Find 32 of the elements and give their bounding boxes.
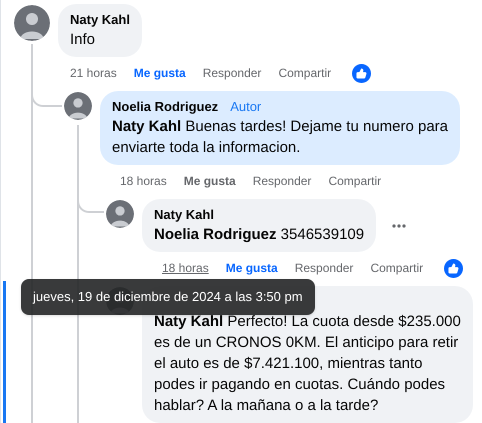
author-name[interactable]: Naty Kahl — [154, 206, 214, 224]
like-link[interactable]: Me gusta — [134, 64, 186, 82]
comment-text: Noelia Rodriguez 3546539109 — [154, 225, 364, 245]
like-link[interactable]: Me gusta — [184, 172, 236, 190]
share-link[interactable]: Compartir — [370, 259, 424, 277]
reply-link[interactable]: Responder — [294, 259, 354, 277]
like-reaction-icon[interactable] — [444, 258, 464, 278]
comment-text: podes ir pagando en cuotas. Cuándo podes — [154, 375, 446, 395]
more-icon — [392, 224, 406, 228]
like-link[interactable]: Me gusta — [226, 259, 278, 277]
avatar[interactable] — [106, 200, 134, 228]
comment-text: enviarte toda la informacion. — [112, 138, 302, 158]
reply-link[interactable]: Responder — [202, 64, 262, 82]
avatar[interactable] — [14, 5, 50, 41]
comment-text: Naty Kahl Perfecto! La cuota desde $235.000 — [154, 312, 461, 332]
comment-text: es de un CRONOS 0KM. El anticipo para retir — [154, 333, 460, 353]
timestamp[interactable]: 21 horas — [70, 64, 117, 82]
share-link[interactable]: Compartir — [278, 64, 332, 82]
comment-text: el auto es de $7.421.100, mientras tanto — [154, 354, 424, 374]
comment-text: Info — [70, 30, 96, 50]
timestamp[interactable]: 18 horas — [162, 259, 209, 277]
avatar[interactable] — [64, 92, 92, 120]
author-name[interactable]: Naty Kahl — [70, 11, 130, 29]
date-tooltip: jueves, 19 de diciembre de 2024 a las 3:50 pm — [21, 279, 315, 314]
timestamp[interactable]: 18 horas — [120, 172, 167, 190]
like-reaction-icon[interactable] — [352, 64, 372, 82]
author-label: Autor — [229, 98, 262, 116]
reply-link[interactable]: Responder — [252, 172, 312, 190]
author-name[interactable]: Noelia Rodriguez — [112, 98, 218, 116]
share-link[interactable]: Compartir — [328, 172, 382, 190]
comment-text: hablar? A la mañana o a la tarde? — [154, 396, 380, 416]
comment-text: Naty Kahl Buenas tardes! Dejame tu numero para — [112, 117, 448, 137]
